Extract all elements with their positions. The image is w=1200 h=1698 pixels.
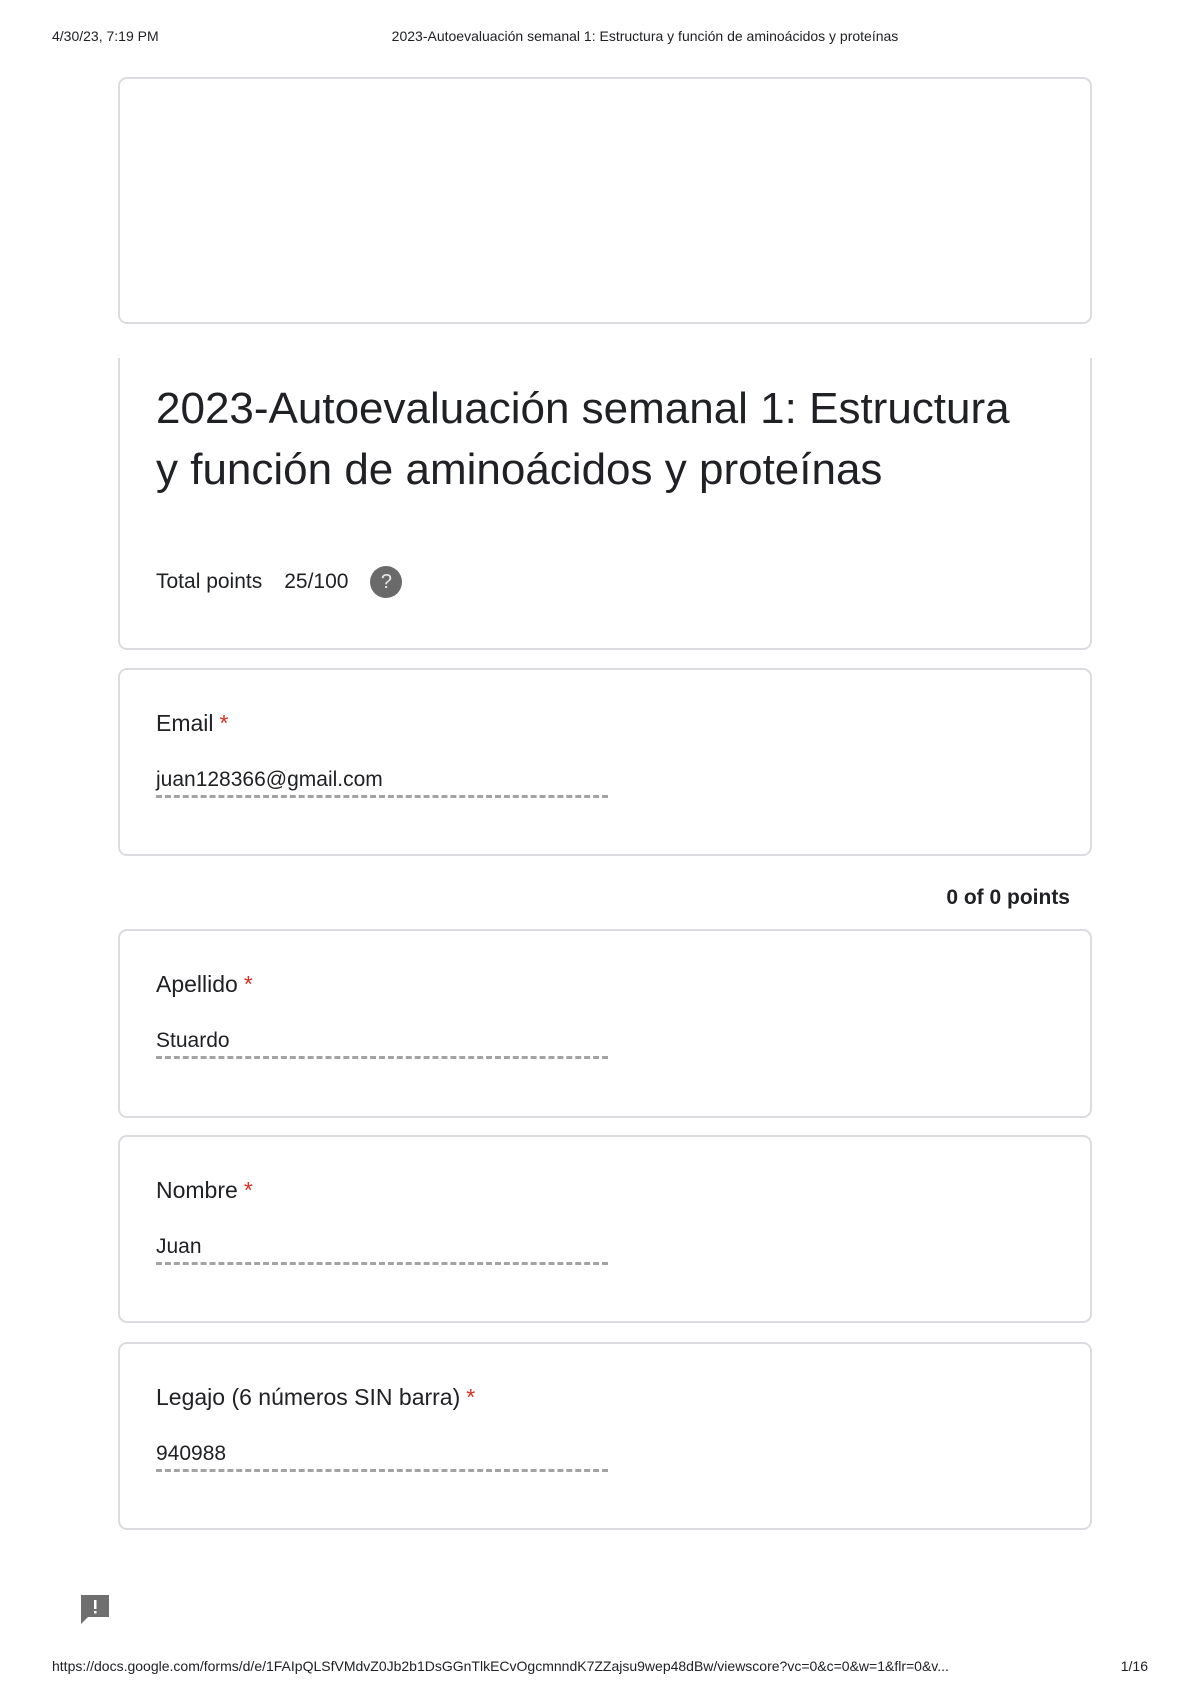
total-points-row: Total points 25/100 ? — [156, 566, 403, 598]
question-nombre: Nombre * Juan — [118, 1135, 1092, 1323]
total-points-value: 25/100 — [284, 570, 349, 593]
question-legajo: Legajo (6 números SIN barra) * 940988 — [118, 1342, 1092, 1530]
total-points-label: Total points — [156, 570, 263, 593]
apellido-answer: Stuardo — [156, 1029, 608, 1059]
required-asterisk: * — [466, 1384, 476, 1410]
question-email: Email * juan128366@gmail.com — [118, 668, 1092, 856]
question-label: Nombre * — [156, 1177, 253, 1204]
required-asterisk: * — [219, 710, 229, 736]
print-doc-title: 2023-Autoevaluación semanal 1: Estructur… — [391, 28, 899, 44]
question-label: Email * — [156, 710, 228, 737]
question-label-text: Legajo (6 números SIN barra) — [156, 1384, 461, 1410]
question-label: Apellido * — [156, 971, 253, 998]
question-apellido: Apellido * Stuardo — [118, 929, 1092, 1118]
email-answer: juan128366@gmail.com — [156, 768, 608, 798]
section-points: 0 of 0 points — [946, 886, 1070, 909]
form-title-card: 2023-Autoevaluación semanal 1: Estructur… — [118, 358, 1092, 650]
form-title: 2023-Autoevaluación semanal 1: Estructur… — [156, 384, 1010, 494]
print-page-number: 1/16 — [1120, 1658, 1148, 1674]
form-banner-card — [118, 77, 1092, 324]
question-label-text: Nombre — [156, 1177, 238, 1203]
legajo-answer: 940988 — [156, 1442, 608, 1472]
print-footer: https://docs.google.com/forms/d/e/1FAIpQ… — [52, 1658, 1148, 1678]
print-url: https://docs.google.com/forms/d/e/1FAIpQ… — [52, 1658, 949, 1674]
required-asterisk: * — [243, 971, 253, 997]
help-circle-icon[interactable]: ? — [370, 566, 403, 598]
report-feedback-icon[interactable] — [78, 1592, 112, 1626]
required-asterisk: * — [243, 1177, 253, 1203]
nombre-answer: Juan — [156, 1235, 608, 1265]
question-label-text: Apellido — [156, 971, 238, 997]
print-header: 4/30/23, 7:19 PM 2023-Autoevaluación sem… — [52, 28, 1148, 48]
question-label: Legajo (6 números SIN barra) * — [156, 1384, 475, 1411]
question-label-text: Email — [156, 710, 214, 736]
